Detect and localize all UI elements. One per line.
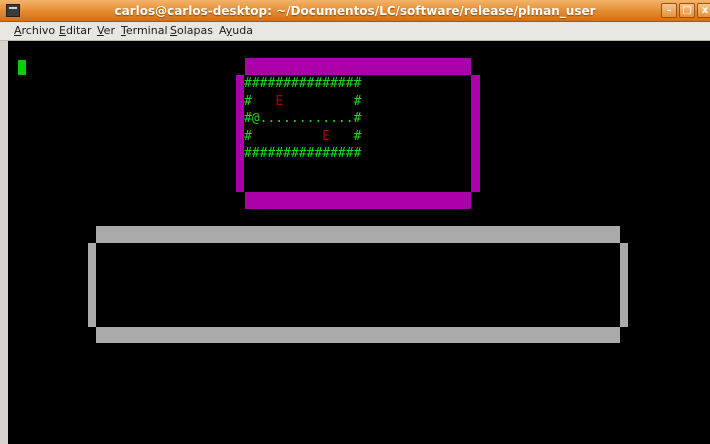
message-frame-right — [620, 243, 628, 327]
window-title: carlos@carlos-desktop: ~/Documentos/LC/s… — [114, 4, 596, 18]
terminal-screen[interactable]: ############### # E # #@............# # … — [8, 41, 710, 444]
terminal-cursor — [18, 60, 26, 75]
menu-ayuda[interactable]: Ayuda — [219, 24, 253, 37]
map-row: ############### — [244, 76, 362, 91]
menu-archivo[interactable]: Archivo — [14, 24, 55, 37]
menu-solapas[interactable]: Solapas — [170, 24, 213, 37]
minimize-button[interactable]: – — [661, 3, 677, 18]
map-frame-right — [471, 75, 480, 192]
map-row: # — [244, 93, 276, 109]
menu-ver[interactable]: Ver — [97, 24, 115, 37]
close-button[interactable]: x — [697, 3, 710, 18]
message-frame-left — [88, 243, 96, 327]
window-titlebar[interactable]: carlos@carlos-desktop: ~/Documentos/LC/s… — [0, 0, 710, 22]
message-frame-top — [96, 226, 620, 243]
map-frame-left — [236, 75, 244, 192]
enemy-marker: E — [275, 93, 284, 109]
map-frame-bottom — [245, 192, 471, 209]
menubar: Archivo Editar Ver Terminal Solapas Ayud… — [0, 22, 710, 41]
message-frame-bottom — [96, 327, 620, 343]
menu-editar[interactable]: Editar — [59, 24, 92, 37]
menu-terminal[interactable]: Terminal — [121, 24, 168, 37]
map-row-player: #@............# — [244, 111, 362, 126]
map-frame-top — [245, 58, 471, 75]
enemy-marker: E — [322, 128, 331, 144]
game-map: ############### # E # #@............# # … — [244, 75, 361, 163]
map-row: # — [283, 93, 362, 109]
map-row: # — [244, 128, 323, 144]
map-row: ############### — [244, 146, 362, 161]
maximize-button[interactable]: □ — [679, 3, 695, 18]
map-row: # — [330, 128, 362, 144]
